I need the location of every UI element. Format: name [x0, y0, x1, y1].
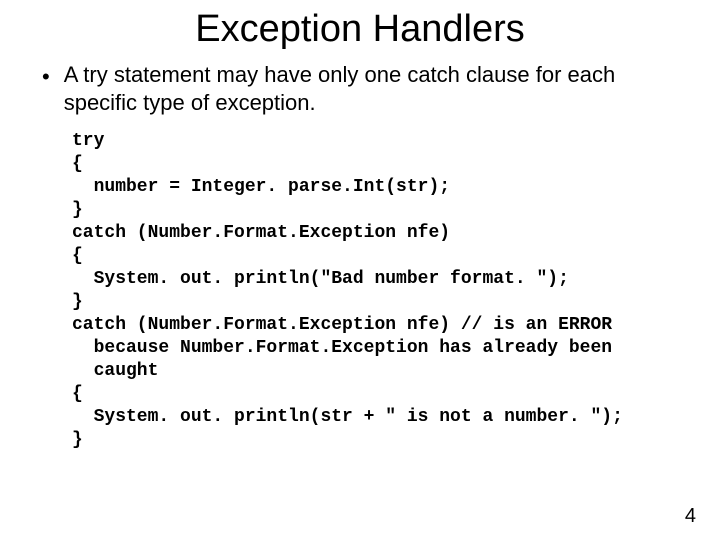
bullet-item: • A try statement may have only one catc… — [0, 61, 720, 116]
bullet-text: A try statement may have only one catch … — [64, 61, 680, 116]
code-block: try { number = Integer. parse.Int(str); … — [0, 130, 720, 452]
bullet-dot-icon: • — [42, 63, 50, 91]
page-number: 4 — [685, 505, 696, 528]
slide: Exception Handlers • A try statement may… — [0, 0, 720, 540]
slide-title: Exception Handlers — [0, 0, 720, 59]
